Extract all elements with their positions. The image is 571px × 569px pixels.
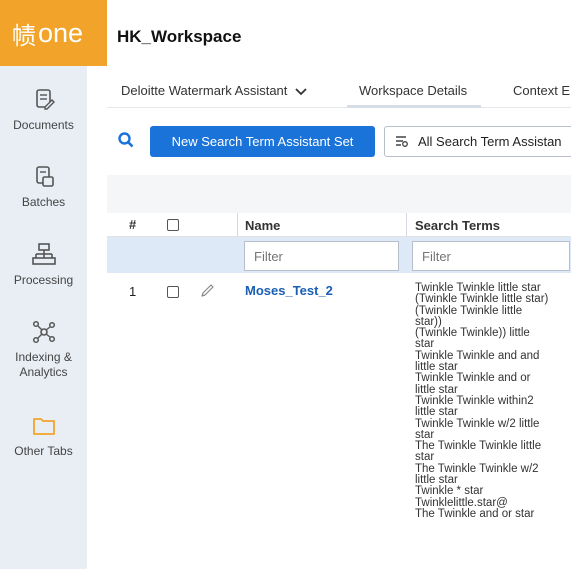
- tab-label: Deloitte Watermark Assistant: [121, 83, 288, 98]
- column-header-number: #: [129, 217, 137, 232]
- search-terms-filter-input[interactable]: [412, 241, 570, 271]
- search-term-line: Twinkle * star: [415, 485, 484, 498]
- tab-label: Context E: [513, 83, 571, 98]
- view-list-icon: [396, 136, 408, 147]
- sidebar-item-label: Indexing & Analytics: [15, 350, 72, 379]
- chevron-down-icon: [295, 87, 307, 95]
- sidebar-item-label: Documents: [13, 118, 74, 132]
- row-number: 1: [129, 284, 137, 299]
- new-search-term-assistant-set-button[interactable]: New Search Term Assistant Set: [150, 126, 375, 157]
- search-icon[interactable]: [117, 131, 135, 149]
- tab-deloitte-watermark-assistant[interactable]: Deloitte Watermark Assistant: [121, 83, 307, 98]
- batches-icon: [35, 166, 54, 187]
- row-name-link[interactable]: Moses_Test_2: [245, 283, 333, 298]
- tab-label: Workspace Details: [359, 83, 468, 98]
- search-terms-cell: Twinkle Twinkle little star (Twinkle Twin…: [415, 282, 571, 520]
- pencil-icon[interactable]: [199, 283, 215, 299]
- tab-context[interactable]: Context E: [513, 83, 570, 98]
- search-term-line: Twinkle Twinkle w/2 little: [415, 417, 540, 430]
- column-header-search-terms[interactable]: Search Terms: [415, 218, 500, 233]
- app-logo[interactable]: 帻 one: [0, 0, 107, 66]
- row-checkbox[interactable]: [167, 286, 179, 298]
- logo-mark-icon: 帻: [12, 22, 36, 50]
- folder-icon: [32, 418, 55, 435]
- select-all-checkbox[interactable]: [167, 219, 179, 231]
- sidebar-item-label: Batches: [21, 195, 66, 209]
- sidebar-item-label: Processing: [13, 273, 74, 287]
- search-term-line: Twinkle Twinkle and or: [415, 372, 531, 385]
- search-term-line: little star: [415, 406, 458, 419]
- view-selector-value: All Search Term Assistan: [418, 134, 562, 149]
- sidebar-item-indexing-analytics[interactable]: Indexing & Analytics: [0, 318, 87, 380]
- search-term-line: The Twinkle and or star: [415, 507, 535, 520]
- grid-header-row: # Name Search Terms: [107, 213, 571, 237]
- search-term-line: (Twinkle Twinkle little star): [415, 293, 549, 306]
- documents-icon: [35, 89, 55, 110]
- search-term-line: The Twinkle Twinkle little: [415, 440, 542, 453]
- view-selector[interactable]: All Search Term Assistan: [384, 126, 571, 157]
- active-tab-indicator: [347, 105, 481, 108]
- grid-top-band: [107, 175, 571, 213]
- name-filter-input[interactable]: [244, 241, 399, 271]
- search-term-line: (Twinkle Twinkle)) little: [415, 327, 530, 340]
- sidebar-item-other-tabs[interactable]: Other Tabs: [0, 412, 87, 459]
- analytics-icon: [32, 320, 55, 344]
- column-header-name[interactable]: Name: [245, 218, 280, 233]
- processing-icon: [31, 243, 56, 265]
- sidebar-item-documents[interactable]: Documents: [0, 86, 87, 133]
- logo-text: one: [38, 17, 84, 48]
- sidebar-item-batches[interactable]: Batches: [0, 163, 87, 210]
- tab-bar: Deloitte Watermark Assistant Workspace D…: [107, 74, 571, 108]
- sidebar-item-label: Other Tabs: [14, 444, 73, 458]
- workspace-title: HK_Workspace: [117, 27, 242, 46]
- sidebar-item-processing[interactable]: Processing: [0, 241, 87, 288]
- tab-workspace-details[interactable]: Workspace Details: [359, 83, 467, 98]
- sidebar: Documents Batches Processing Indexing & …: [0, 0, 87, 569]
